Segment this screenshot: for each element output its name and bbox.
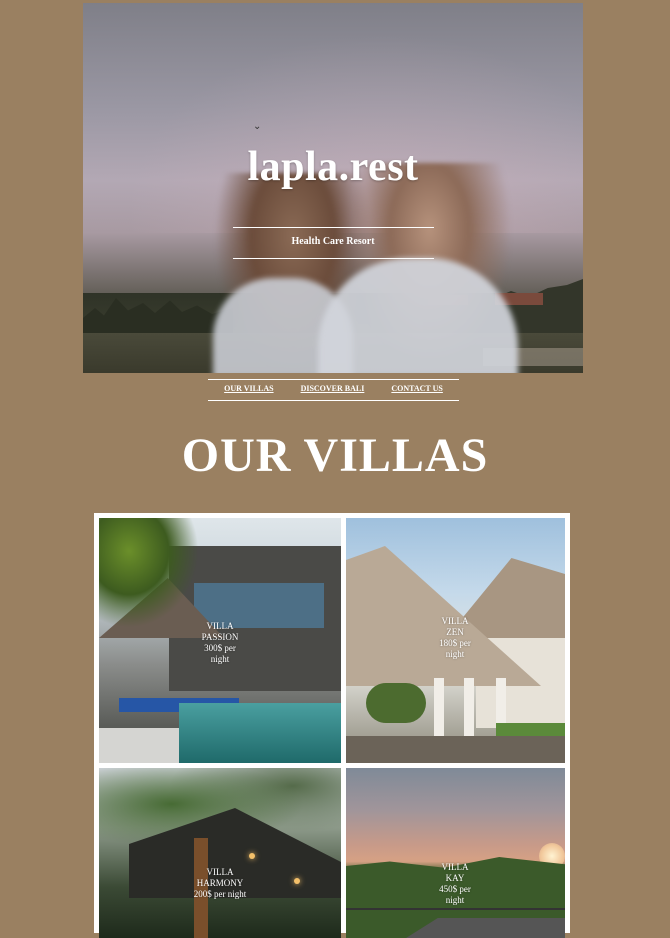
- site-title: lapla.rest: [247, 144, 419, 190]
- villa-pool: [179, 703, 341, 763]
- villa-price: 300$ per night: [204, 643, 236, 664]
- nav-link-our-villas[interactable]: OUR VILLAS: [224, 384, 273, 393]
- villa-price: 180$ per night: [439, 638, 471, 659]
- villa-floor: [346, 736, 565, 763]
- villa-card-zen[interactable]: VILLA ZEN 180$ per night: [346, 518, 565, 763]
- villa-card-harmony[interactable]: VILLA HARMONY 200$ per night: [99, 768, 341, 938]
- villa-grid: VILLA PASSION 300$ per night VILLA ZEN 1…: [94, 513, 570, 938]
- villa-railing: [346, 908, 565, 910]
- villa-label: VILLA KAY 450$ per night: [436, 862, 474, 906]
- nav-link-discover-bali[interactable]: DISCOVER BALI: [301, 384, 365, 393]
- villa-name: VILLA ZEN: [441, 616, 469, 637]
- villa-foliage: [99, 518, 199, 628]
- villa-wall: [99, 728, 179, 763]
- villa-name: VILLA PASSION: [201, 621, 239, 642]
- nav-link-contact-us[interactable]: CONTACT US: [391, 384, 443, 393]
- bird-icon: ⌄: [253, 121, 262, 132]
- nav-divider-top: [208, 379, 459, 380]
- nav-links: OUR VILLAS DISCOVER BALI CONTACT US: [208, 384, 459, 393]
- villa-label: VILLA HARMONY 200$ per night: [187, 867, 253, 900]
- nav-divider-bottom: [208, 400, 459, 401]
- villa-label: VILLA ZEN 180$ per night: [438, 616, 472, 660]
- lamp-icon: [249, 853, 255, 859]
- lamp-icon: [294, 878, 300, 884]
- villa-name: VILLA HARMONY: [196, 867, 244, 888]
- hero-divider-bottom: [233, 258, 434, 259]
- main-nav: OUR VILLAS DISCOVER BALI CONTACT US: [208, 379, 459, 401]
- site-subtitle: Health Care Resort: [291, 236, 375, 247]
- villa-label: VILLA PASSION 300$ per night: [194, 621, 246, 665]
- villa-card-kay[interactable]: VILLA KAY 450$ per night: [346, 768, 565, 938]
- villa-name: VILLA KAY: [441, 862, 469, 883]
- section-title: OUR VILLAS: [181, 429, 489, 482]
- villa-price: 200$ per night: [193, 889, 247, 899]
- villa-price: 450$ per night: [439, 884, 471, 905]
- hero-divider-top: [233, 227, 434, 228]
- villa-bush: [366, 683, 426, 723]
- villa-card-passion[interactable]: VILLA PASSION 300$ per night: [99, 518, 341, 763]
